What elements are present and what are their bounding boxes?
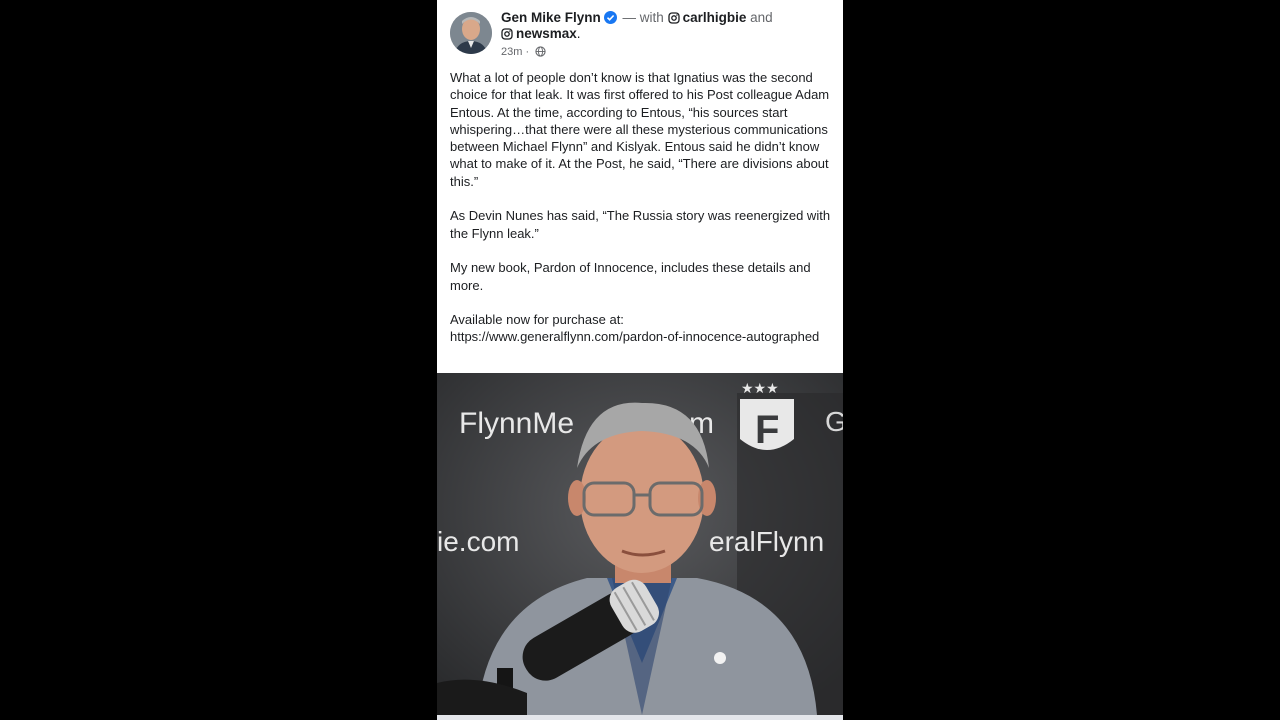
tagged-user-newsmax[interactable]: newsmax <box>516 26 577 41</box>
backdrop-text-mid-right: eralFlynn <box>709 526 824 557</box>
author-name[interactable]: Gen Mike Flynn <box>501 10 601 25</box>
paragraph-2: As Devin Nunes has said, “The Russia sto… <box>450 208 831 241</box>
bottom-divider <box>437 715 843 720</box>
with-label: — with <box>622 10 664 25</box>
post-header: Gen Mike Flynn — with carlhigbie and new… <box>437 0 843 66</box>
available-label: Available now for purchase at: <box>450 312 624 328</box>
author-line-2: newsmax. <box>501 25 581 45</box>
timestamp[interactable]: 23m <box>501 46 522 58</box>
meta-separator: · <box>525 46 530 58</box>
backdrop-text-right: G <box>825 406 843 437</box>
paragraph-1: What a lot of people don’t know is that … <box>450 70 830 189</box>
backdrop-text-mid-left: ie.com <box>437 526 519 557</box>
purchase-link[interactable]: https://www.generalflynn.com/pardon-of-i… <box>450 328 835 345</box>
and-label: and <box>750 10 773 25</box>
video-thumbnail[interactable]: FlynnMe m G ★★★ F ie.com eralFlynn <box>437 373 843 715</box>
verified-badge-icon <box>603 11 617 24</box>
post-body: What a lot of people don’t know is that … <box>450 69 835 346</box>
backdrop-logo-letter: F <box>755 408 779 452</box>
paragraph-3: My new book, Pardon of Innocence, includ… <box>450 260 811 293</box>
instagram-icon <box>667 11 680 29</box>
instagram-icon <box>501 27 513 45</box>
post-meta: 23m · <box>501 45 546 61</box>
tagged-suffix: . <box>576 26 581 41</box>
globe-icon[interactable] <box>535 46 546 61</box>
tagged-user-carlhigbie[interactable]: carlhigbie <box>683 10 747 25</box>
facebook-post: Gen Mike Flynn — with carlhigbie and new… <box>437 0 843 720</box>
avatar[interactable] <box>450 12 492 54</box>
backdrop-text-left: FlynnMe <box>459 407 574 440</box>
backdrop-stars: ★★★ <box>741 381 779 397</box>
